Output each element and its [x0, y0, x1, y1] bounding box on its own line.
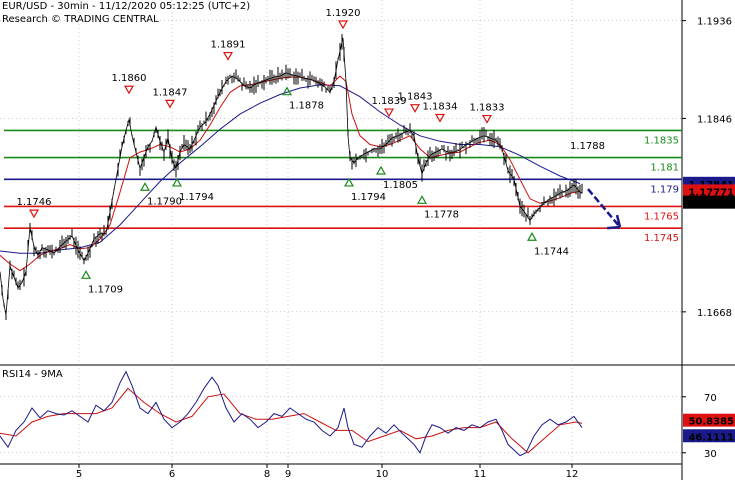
price-chart: 1.1936 1.1846 1.1668 70 30 5 6 8 9 10 11 12 1.1835 1.…: [0, 0, 735, 480]
level-label: 1.179: [650, 184, 679, 195]
rsi-moving-average: [0, 387, 583, 454]
trough-marker: [80, 270, 92, 279]
rsi-tag-label: 50.8385: [688, 417, 734, 428]
trough-marker: [416, 195, 428, 204]
level-label: 1.181: [650, 163, 679, 174]
x-tick-label: 8: [264, 469, 270, 480]
peak-label: 1.1833: [470, 103, 505, 114]
peak-label: 1.1834: [423, 101, 458, 112]
x-tick-label: 6: [169, 469, 175, 480]
peak-label: 1.1746: [17, 197, 52, 208]
level-label: 1.1835: [644, 135, 679, 146]
peak-marker: [481, 114, 493, 124]
peak-label: 1.1891: [211, 40, 246, 51]
trough-label: 1.1805: [383, 180, 418, 191]
peak-label: 1.1920: [326, 8, 361, 19]
y-tick-label: 1.1846: [697, 114, 732, 125]
trough-label: 1.1790: [147, 196, 182, 207]
peak-marker: [434, 113, 446, 123]
level-label: 1.1745: [644, 233, 679, 244]
trough-marker: [526, 232, 538, 241]
trough-label: 1.1778: [424, 209, 459, 220]
peak-marker: [123, 85, 135, 95]
peak-marker: [383, 108, 395, 118]
peak-label: 1.1860: [112, 73, 147, 84]
trough-label: 1.1744: [534, 246, 569, 257]
annotation-label: 1.1788: [570, 141, 605, 152]
trough-label: 1.1709: [88, 284, 123, 295]
trough-marker: [375, 165, 387, 175]
y-tick-label: 1.1936: [697, 17, 732, 28]
x-tick-label: 5: [76, 469, 82, 480]
peak-marker: [409, 104, 421, 113]
rsi-y-tick-label: 30: [704, 449, 717, 460]
trough-label: 1.1878: [289, 101, 324, 112]
trough-marker: [139, 182, 151, 191]
peak-marker: [222, 51, 234, 61]
rsi-tag-label: 46.1111: [688, 432, 734, 443]
x-tick-label: 10: [376, 469, 389, 480]
level-label: 1.1765: [644, 211, 679, 222]
peak-marker: [337, 20, 349, 30]
y-tick-label: 1.1668: [697, 308, 732, 319]
forecast-arrow-line: [587, 188, 621, 228]
trough-label: 1.1794: [351, 192, 386, 203]
trough-label: 1.1794: [179, 192, 214, 203]
peak-marker: [28, 209, 40, 219]
x-tick-label: 9: [285, 469, 291, 480]
rsi-y-tick-label: 70: [704, 393, 717, 404]
peak-label: 1.1847: [153, 87, 188, 98]
x-tick-label: 12: [566, 469, 579, 480]
x-tick-label: 11: [474, 469, 487, 480]
forecast-arrow-head: [606, 214, 622, 230]
price-tag-label: 1.17746: [688, 199, 734, 210]
peak-marker: [164, 99, 176, 109]
